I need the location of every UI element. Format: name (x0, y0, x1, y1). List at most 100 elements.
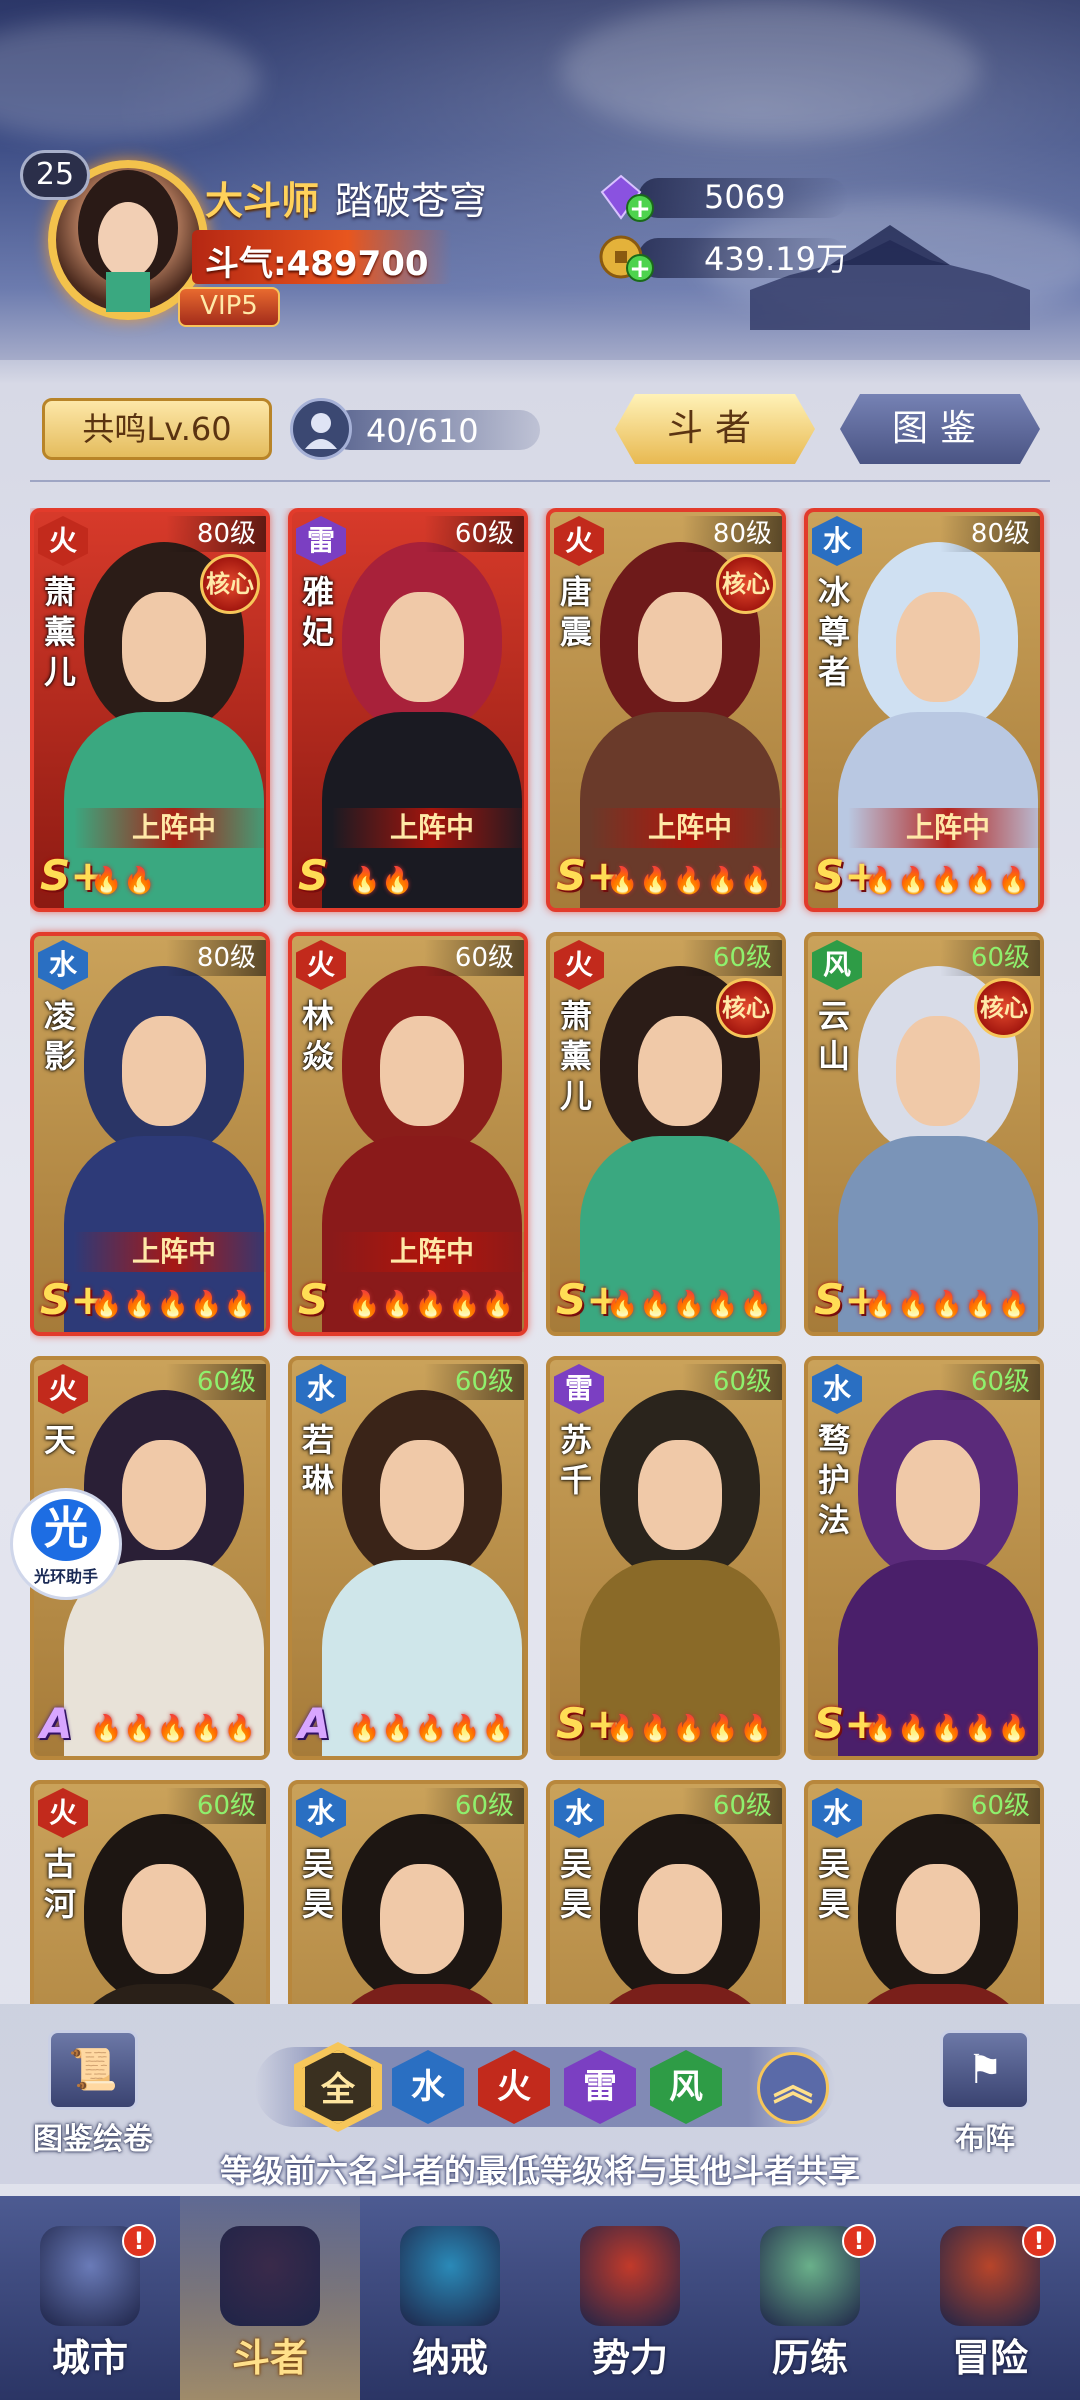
star-flames-icon: 🔥🔥🔥🔥🔥 (864, 1290, 1031, 1320)
star-flames-icon: 🔥🔥🔥🔥🔥 (606, 1714, 773, 1744)
hero-card[interactable]: 风 60级 云山 核心 S+ 🔥🔥🔥🔥🔥 (804, 932, 1044, 1336)
hero-count-value: 40/610 (366, 412, 479, 450)
hero-level: 80级 (166, 940, 266, 976)
nav-ring[interactable]: 纳戒 (360, 2196, 540, 2400)
star-flames-icon: 🔥🔥 (90, 866, 157, 896)
hero-name: 凌影 (44, 997, 77, 1075)
deployed-tag: 上阵中 (332, 1232, 524, 1272)
rarity-badge: S (298, 1275, 329, 1324)
hero-name: 骛护法 (818, 1421, 851, 1539)
star-flames-icon: 🔥🔥🔥🔥🔥 (348, 1290, 515, 1320)
hero-level: 80级 (682, 516, 782, 552)
nav-label: 斗者 (231, 2336, 308, 2380)
deployed-tag: 上阵中 (590, 808, 782, 848)
hero-card[interactable]: 雷 60级 苏千 S+ 🔥🔥🔥🔥🔥 (546, 1356, 786, 1760)
rarity-badge: A (298, 1699, 331, 1748)
hero-name: 萧薰儿 (560, 997, 593, 1115)
nav-training[interactable]: 历练! (720, 2196, 900, 2400)
core-badge: 核心 (200, 554, 260, 614)
hero-name: 云山 (818, 997, 851, 1075)
nav-label: 纳戒 (411, 2336, 488, 2380)
flag-icon: ⚑ (940, 2030, 1030, 2110)
hero-icon (220, 2226, 320, 2326)
hero-card[interactable]: 火 60级 古河 (30, 1780, 270, 2004)
hero-card[interactable]: 雷 60级 雅妃 上阵中 S 🔥🔥 (288, 508, 528, 912)
hero-card[interactable]: 火 60级 林焱 上阵中 S 🔥🔥🔥🔥🔥 (288, 932, 528, 1336)
hero-card[interactable]: 水 60级 吴昊 (546, 1780, 786, 2004)
hero-name: 吴昊 (818, 1845, 851, 1923)
hero-card[interactable]: 水 60级 若琳 A 🔥🔥🔥🔥🔥 (288, 1356, 528, 1760)
star-flames-icon: 🔥🔥🔥🔥🔥 (90, 1714, 257, 1744)
hero-count: 40/610 (290, 398, 550, 460)
tab-album[interactable]: 图鉴 (840, 394, 1040, 464)
hero-level: 80级 (166, 516, 266, 552)
hero-card[interactable]: 水 80级 凌影 上阵中 S+ 🔥🔥🔥🔥🔥 (30, 932, 270, 1336)
helper-icon: 光 (31, 1499, 101, 1561)
album-scroll-button[interactable]: 📜 图鉴绘卷 (8, 2030, 178, 2160)
player-level-badge: 25 (20, 150, 90, 200)
hero-name: 萧薰儿 (44, 573, 77, 691)
nav-city[interactable]: 城市! (0, 2196, 180, 2400)
nav-adventure[interactable]: 冒险! (900, 2196, 1080, 2400)
star-flames-icon: 🔥🔥🔥🔥🔥 (90, 1290, 257, 1320)
hero-card[interactable]: 火 80级 唐震 核心 上阵中 S+ 🔥🔥🔥🔥🔥 (546, 508, 786, 912)
deployed-tag: 上阵中 (848, 808, 1040, 848)
hero-name: 吴昊 (560, 1845, 593, 1923)
rarity-badge: S (298, 851, 329, 900)
hero-level: 60级 (682, 1364, 782, 1400)
nav-label: 势力 (591, 2336, 668, 2380)
gem-amount: 5069 (704, 178, 786, 216)
hero-name: 古河 (44, 1845, 77, 1923)
tab-heroes[interactable]: 斗者 (615, 394, 815, 464)
nav-label: 城市 (51, 2336, 128, 2380)
vip-badge[interactable]: VIP5 (178, 287, 280, 327)
hero-card[interactable]: 火 60级 萧薰儿 核心 S+ 🔥🔥🔥🔥🔥 (546, 932, 786, 1336)
level-share-hint: 等级前六名斗者的最低等级将与其他斗者共享 (219, 2152, 860, 2190)
hero-grid: 火 80级 萧薰儿 核心 上阵中 S+ 🔥🔥 雷 60级 雅妃 上阵中 S 🔥🔥 火 80级 唐震 核心 上阵中 S… (30, 508, 1050, 2004)
resonance-level-button[interactable]: 共鸣Lv.60 (42, 398, 272, 460)
hero-level: 60级 (166, 1788, 266, 1824)
gem-currency[interactable]: + 5069 (598, 172, 858, 222)
star-flames-icon: 🔥🔥🔥🔥🔥 (864, 866, 1031, 896)
halo-helper-button[interactable]: 光 光环助手 (10, 1488, 122, 1600)
add-gem-icon[interactable]: + (626, 194, 654, 222)
hero-level: 60级 (682, 940, 782, 976)
add-gold-icon[interactable]: + (626, 254, 654, 282)
hero-name: 唐震 (560, 573, 593, 651)
gold-currency[interactable]: + 439.19万 (598, 232, 858, 282)
douqi-power: 斗气:489700 (205, 244, 429, 284)
hero-level: 60级 (166, 1364, 266, 1400)
gold-coin-icon: + (598, 234, 654, 282)
notification-badge: ! (1022, 2224, 1056, 2258)
hero-level: 60级 (424, 516, 524, 552)
formation-button[interactable]: ⚑ 布阵 (900, 2030, 1070, 2160)
hero-card[interactable]: 水 60级 骛护法 S+ 🔥🔥🔥🔥🔥 (804, 1356, 1044, 1760)
hero-level: 60级 (424, 1788, 524, 1824)
gold-amount: 439.19万 (704, 240, 848, 278)
notification-badge: ! (842, 2224, 876, 2258)
hero-card[interactable]: 水 60级 吴昊 (804, 1780, 1044, 2004)
deployed-tag: 上阵中 (332, 808, 524, 848)
nav-label: 历练 (771, 2336, 848, 2380)
hero-name: 林焱 (302, 997, 335, 1075)
hero-card[interactable]: 水 80级 冰尊者 上阵中 S+ 🔥🔥🔥🔥🔥 (804, 508, 1044, 912)
nav-heroes[interactable]: 斗者 (180, 2196, 360, 2400)
hero-card[interactable]: 火 80级 萧薰儿 核心 上阵中 S+ 🔥🔥 (30, 508, 270, 912)
core-badge: 核心 (716, 978, 776, 1038)
collapse-filter-button[interactable]: ︽ (757, 2052, 829, 2124)
hero-name: 冰尊者 (818, 573, 851, 691)
bottom-navigation: 城市! 斗者 纳戒 势力 历练! 冒险! (0, 2196, 1080, 2400)
star-flames-icon: 🔥🔥🔥🔥🔥 (864, 1714, 1031, 1744)
hero-card[interactable]: 水 60级 吴昊 (288, 1780, 528, 2004)
hero-silhouette-icon (290, 398, 352, 460)
hero-level: 60级 (424, 1364, 524, 1400)
player-rank: 大斗师 (205, 179, 320, 223)
core-badge: 核心 (716, 554, 776, 614)
player-name: 踏破苍穹 (335, 179, 488, 223)
hero-level: 60级 (424, 940, 524, 976)
star-flames-icon: 🔥🔥🔥🔥🔥 (606, 866, 773, 896)
hero-name: 天 (44, 1421, 77, 1459)
core-badge: 核心 (974, 978, 1034, 1038)
deployed-tag: 上阵中 (74, 808, 266, 848)
nav-faction[interactable]: 势力 (540, 2196, 720, 2400)
